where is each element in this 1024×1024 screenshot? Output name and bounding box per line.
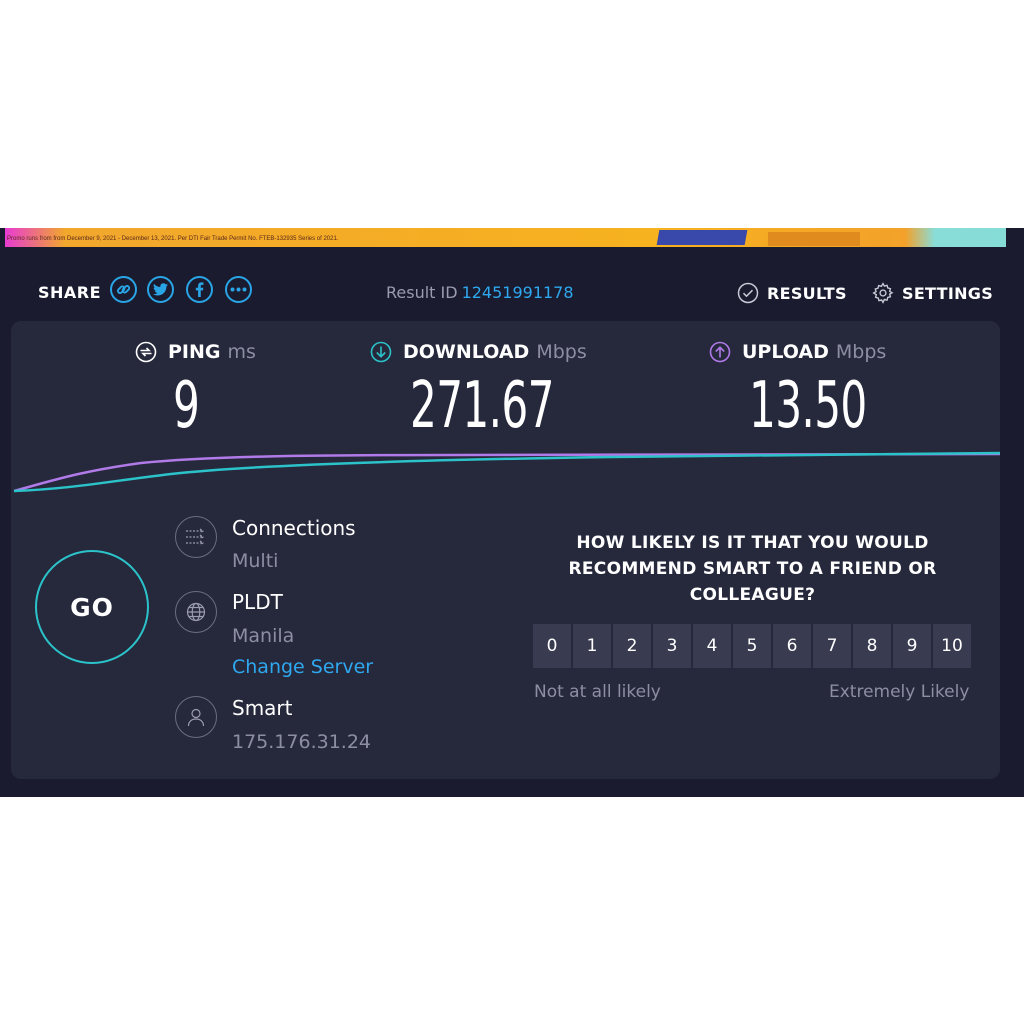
go-button[interactable]: GO [35,550,149,664]
facebook-icon [195,282,204,297]
more-icon [230,287,247,292]
rating-option-3[interactable]: 3 [653,624,691,668]
download-graph-line [13,451,1000,493]
share-label: SHARE [38,283,102,302]
ad-product-image [656,230,748,245]
share-more-button[interactable] [225,276,252,303]
speedtest-frame: Promo runs from from December 9, 2021 - … [0,228,1024,797]
rating-option-2[interactable]: 2 [613,624,651,668]
download-value: 271.67 [410,369,554,443]
settings-button[interactable]: SETTINGS [872,282,993,304]
download-unit: Mbps [536,341,587,363]
upload-icon [709,341,731,363]
result-id-link[interactable]: 12451991178 [462,283,574,302]
rating-option-0[interactable]: 0 [533,624,571,668]
client-icon-wrap [175,696,217,738]
connections-title: Connections [232,516,356,540]
result-id-label: Result ID [386,283,458,302]
server-isp: PLDT [232,590,283,614]
ad-disclaimer: Promo runs from from December 9, 2021 - … [7,236,339,242]
survey-question: HOW LIKELY IS IT THAT YOU WOULD RECOMMEN… [568,533,937,605]
scale-low-label: Not at all likely [534,682,661,702]
ping-value: 9 [173,369,200,443]
result-id-row: Result ID 12451991178 [386,283,574,302]
ad-banner[interactable]: Promo runs from from December 9, 2021 - … [5,228,1006,247]
connections-icon [186,528,205,546]
download-icon [370,341,392,363]
rating-option-4[interactable]: 4 [693,624,731,668]
speed-graph [13,451,1000,493]
share-twitter-button[interactable] [147,276,174,303]
connections-icon-wrap [175,516,217,558]
gear-icon [872,282,894,304]
rating-option-6[interactable]: 6 [773,624,811,668]
share-link-button[interactable] [110,276,137,303]
rating-option-1[interactable]: 1 [573,624,611,668]
client-provider: Smart [232,696,293,720]
rating-option-9[interactable]: 9 [893,624,931,668]
link-icon [116,285,131,294]
upload-label: UPLOAD [742,341,829,363]
settings-label: SETTINGS [902,283,994,303]
rating-option-8[interactable]: 8 [853,624,891,668]
twitter-icon [153,283,168,296]
ping-metric: PING ms 9 [135,341,256,443]
client-ip: 175.176.31.24 [232,731,372,753]
rating-option-7[interactable]: 7 [813,624,851,668]
results-label: RESULTS [767,283,847,303]
check-circle-icon [737,282,759,304]
ping-icon [135,341,157,363]
rating-option-10[interactable]: 10 [933,624,971,668]
share-facebook-button[interactable] [186,276,213,303]
user-icon [187,708,205,727]
change-server-link[interactable]: Change Server [232,656,373,678]
server-icon-wrap [175,591,217,633]
upload-metric: UPLOAD Mbps 13.50 [709,341,887,443]
result-panel: PING ms 9 DOWNLOAD Mbps 271.67 UPLOAD Mb [11,321,1000,779]
server-location: Manila [232,625,295,647]
scale-high-label: Extremely Likely [829,682,970,702]
download-label: DOWNLOAD [403,341,530,363]
ping-label: PING [168,341,221,363]
rating-option-5[interactable]: 5 [733,624,771,668]
results-button[interactable]: RESULTS [737,282,847,304]
top-bar: SHARE Result ID 12451991178 RESULTS SETT… [0,263,1024,319]
download-metric: DOWNLOAD Mbps 271.67 [370,341,587,443]
upload-value: 13.50 [749,369,867,443]
rating-scale: 0 1 2 3 4 5 6 7 8 9 10 [533,624,973,668]
ping-unit: ms [227,341,256,363]
connections-value: Multi [232,550,279,572]
upload-unit: Mbps [835,341,887,363]
globe-icon [186,602,206,622]
ad-product-image [768,232,860,246]
